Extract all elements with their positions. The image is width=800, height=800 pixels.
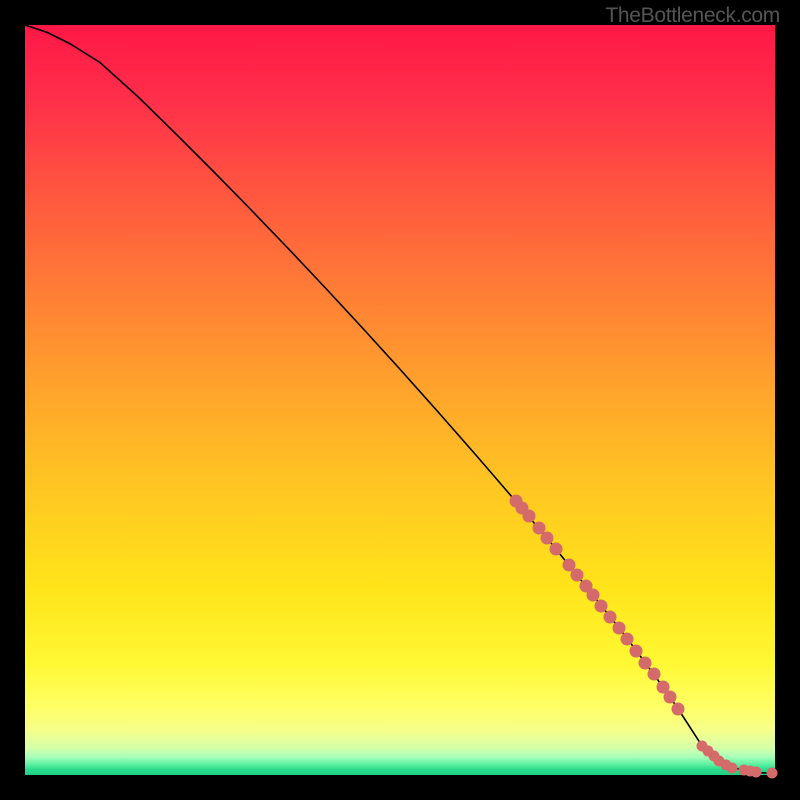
data-marker <box>621 632 634 645</box>
data-marker <box>595 599 608 612</box>
data-marker <box>727 762 738 773</box>
data-marker <box>571 568 584 581</box>
chart-background-gradient <box>25 25 775 775</box>
data-marker <box>672 703 685 716</box>
data-marker <box>664 691 677 704</box>
data-marker <box>647 667 660 680</box>
data-marker <box>630 644 643 657</box>
data-marker <box>550 543 563 556</box>
data-marker <box>751 767 762 778</box>
data-marker <box>767 768 778 779</box>
chart-plot <box>25 25 775 775</box>
data-marker <box>523 510 536 523</box>
data-marker <box>541 532 554 545</box>
data-marker <box>604 610 617 623</box>
